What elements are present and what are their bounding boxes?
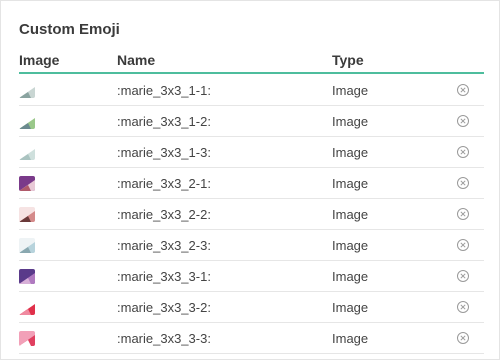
- table-row: :marie_3x3_3-1: Image: [19, 261, 484, 292]
- table-row: :marie_3x3_1-1: Image: [19, 75, 484, 106]
- emoji-type: Image: [332, 238, 369, 253]
- remove-circle-icon[interactable]: [456, 145, 470, 159]
- emoji-type: Image: [332, 207, 369, 222]
- table-row: :marie_3x3_3-2: Image: [19, 292, 484, 323]
- emoji-name: :marie_3x3_2-3:: [117, 238, 211, 253]
- emoji-thumbnail-image: [19, 238, 35, 253]
- remove-circle-icon[interactable]: [456, 238, 470, 252]
- emoji-thumbnail-image: [19, 145, 35, 160]
- table-row: :marie_3x3_2-3: Image: [19, 230, 484, 261]
- table-header: Image Name Type: [19, 50, 484, 74]
- emoji-type: Image: [332, 300, 369, 315]
- emoji-thumbnail-image: [19, 176, 35, 191]
- table-row: :marie_3x3_1-2: Image: [19, 106, 484, 137]
- emoji-thumbnail-image: [19, 331, 35, 346]
- remove-circle-icon[interactable]: [456, 207, 470, 221]
- section-title: Custom Emoji: [19, 21, 120, 38]
- emoji-type: Image: [332, 176, 369, 191]
- table-row: :marie_3x3_1-3: Image: [19, 137, 484, 168]
- emoji-type: Image: [332, 145, 369, 160]
- emoji-type: Image: [332, 269, 369, 284]
- table-row: :marie_3x3_3-3: Image: [19, 323, 484, 354]
- emoji-name: :marie_3x3_3-1:: [117, 269, 211, 284]
- emoji-name: :marie_3x3_3-3:: [117, 331, 211, 346]
- custom-emoji-panel: Custom Emoji Image Name Type :marie_3x3_…: [0, 0, 500, 360]
- emoji-thumbnail-image: [19, 114, 35, 129]
- remove-circle-icon[interactable]: [456, 176, 470, 190]
- remove-circle-icon[interactable]: [456, 269, 470, 283]
- emoji-name: :marie_3x3_2-1:: [117, 176, 211, 191]
- remove-circle-icon[interactable]: [456, 300, 470, 314]
- emoji-type: Image: [332, 114, 369, 129]
- emoji-name: :marie_3x3_1-2:: [117, 114, 211, 129]
- column-header-type: Type: [332, 52, 364, 68]
- emoji-name: :marie_3x3_1-3:: [117, 145, 211, 160]
- emoji-name: :marie_3x3_3-2:: [117, 300, 211, 315]
- emoji-name: :marie_3x3_1-1:: [117, 83, 211, 98]
- emoji-type: Image: [332, 83, 369, 98]
- table-row: :marie_3x3_2-2: Image: [19, 199, 484, 230]
- emoji-type: Image: [332, 331, 369, 346]
- table-row: :marie_3x3_2-1: Image: [19, 168, 484, 199]
- remove-circle-icon[interactable]: [456, 114, 470, 128]
- remove-circle-icon[interactable]: [456, 83, 470, 97]
- remove-circle-icon[interactable]: [456, 331, 470, 345]
- emoji-thumbnail-image: [19, 300, 35, 315]
- emoji-thumbnail-image: [19, 207, 35, 222]
- column-header-name: Name: [117, 52, 156, 68]
- emoji-thumbnail-image: [19, 83, 35, 98]
- emoji-name: :marie_3x3_2-2:: [117, 207, 211, 222]
- column-header-image: Image: [19, 52, 60, 68]
- emoji-thumbnail-image: [19, 269, 35, 284]
